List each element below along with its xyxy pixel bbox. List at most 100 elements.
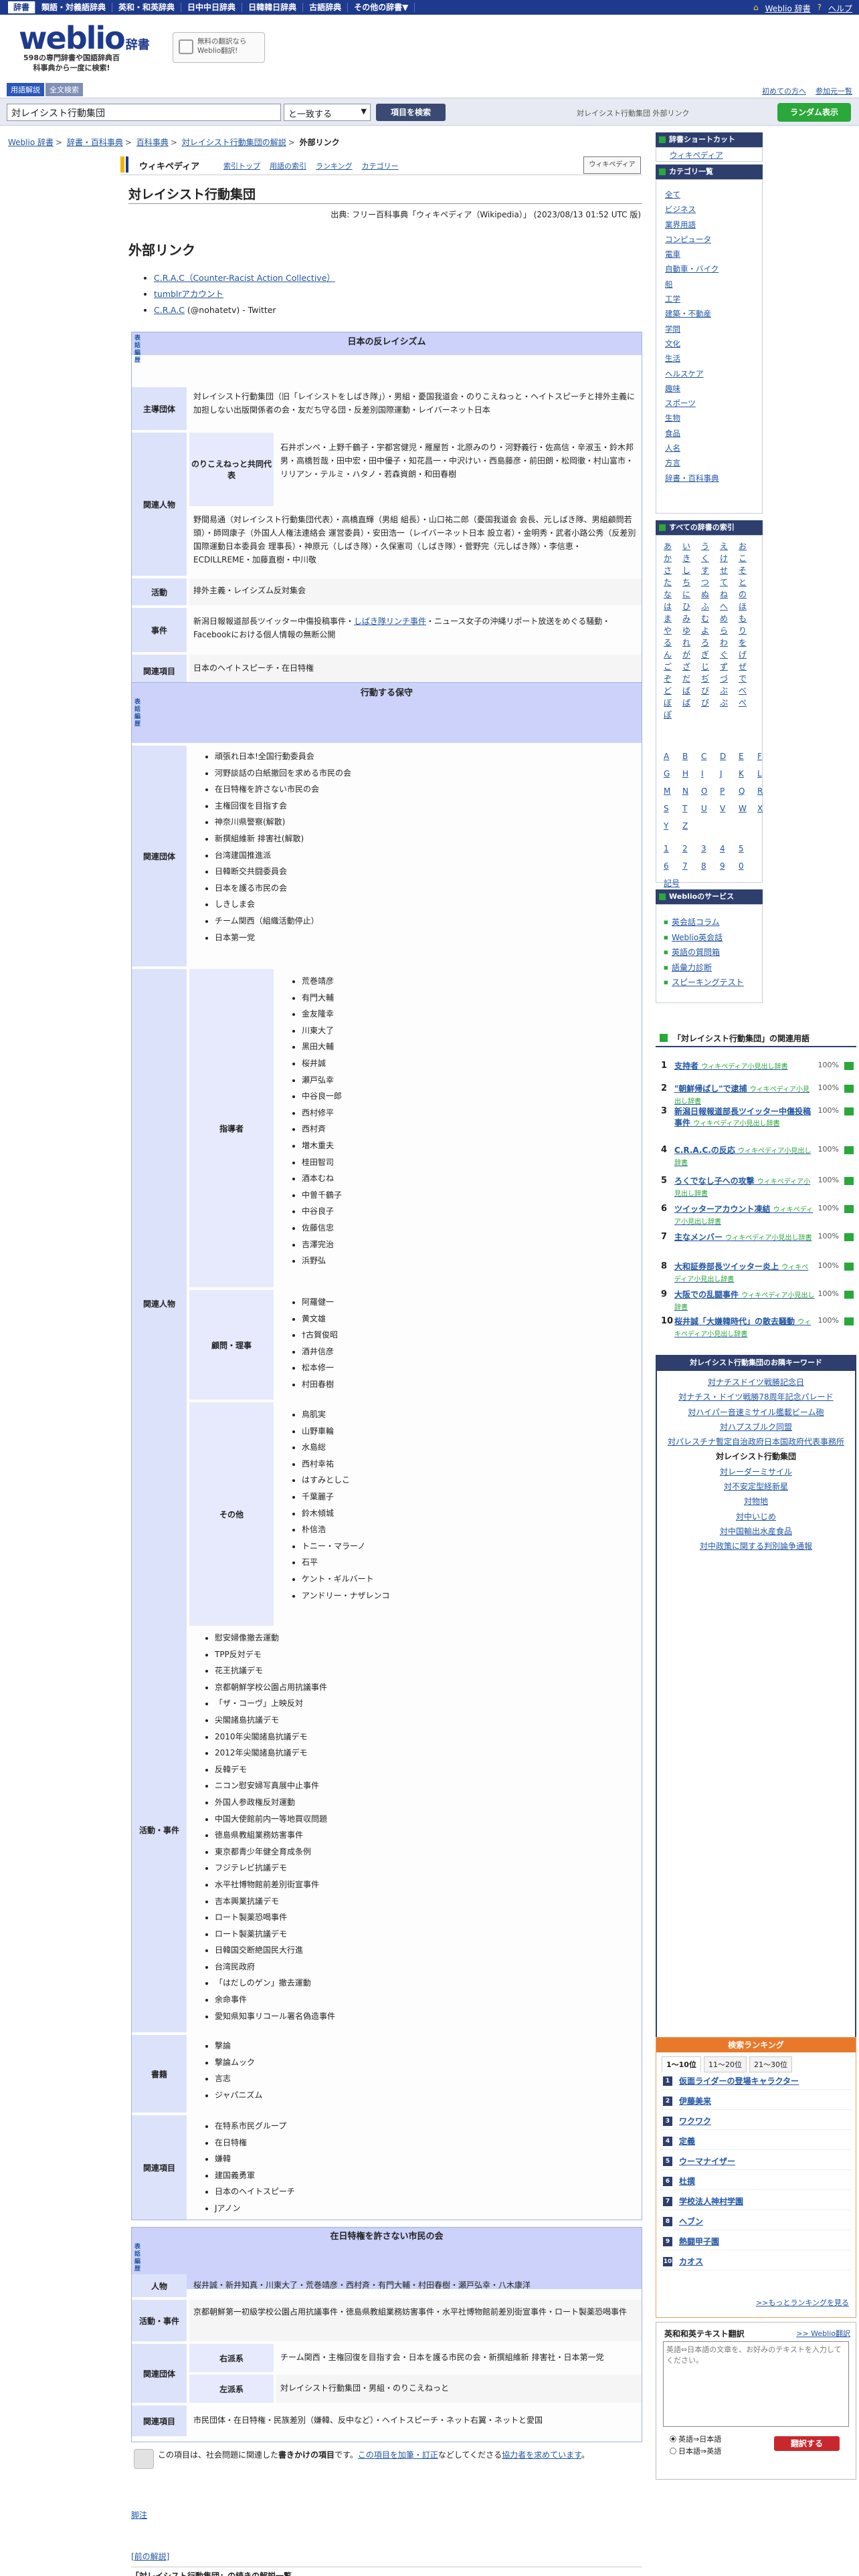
index-link[interactable]: も [739, 613, 757, 625]
index-link[interactable]: ぞ [664, 673, 682, 685]
footnote-link[interactable]: 脚注 [131, 2509, 147, 2520]
rank-tab-21-30[interactable]: 21〜30位 [749, 2056, 792, 2072]
index-link[interactable]: ぜ [739, 661, 757, 673]
index-link[interactable]: 3 [701, 840, 720, 857]
index-link[interactable]: よ [701, 625, 720, 637]
category-link[interactable]: 自動車・バイク [665, 261, 719, 276]
translate-promo[interactable]: 無料の翻訳なら Weblio翻訳! [173, 32, 265, 63]
weblio-home-link[interactable]: Weblio 辞書 [765, 3, 811, 14]
ranking-item[interactable]: 8 ヘブン [662, 2213, 850, 2230]
ranking-item[interactable]: 10 カオス [662, 2253, 850, 2270]
index-link[interactable]: ず [720, 661, 739, 673]
category-link[interactable]: スポーツ [665, 396, 719, 411]
index-link[interactable]: る [664, 637, 682, 649]
index-link[interactable]: あ [664, 540, 682, 552]
index-link[interactable]: ぶ [720, 685, 739, 697]
crac-link[interactable]: C.R.A.C（Counter-Racist Action Collective… [154, 273, 335, 283]
nav-dictionary[interactable]: 辞書 [8, 1, 36, 13]
tab-fulltext-search[interactable]: 全文検索 [45, 83, 83, 96]
index-link[interactable]: け [720, 552, 739, 564]
index-link[interactable]: 5 [739, 840, 757, 857]
ranking-item[interactable]: 3 ワクワク [662, 2113, 850, 2130]
index-link[interactable]: ね [720, 588, 739, 601]
index-link[interactable]: さ [664, 564, 682, 576]
keyword-link[interactable]: 対パレスチナ暫定自治政府日本国政府代表事務所 [660, 1434, 852, 1449]
index-link[interactable]: ろ [701, 637, 720, 649]
index-link[interactable]: ゆ [682, 625, 701, 637]
index-link[interactable]: F [757, 748, 776, 765]
index-link[interactable]: ひ [682, 601, 701, 613]
weblio-logo[interactable]: weblio 辞書 [19, 20, 150, 56]
index-link[interactable]: S [664, 800, 682, 817]
index-link[interactable]: ぽ [664, 709, 682, 721]
index-link[interactable]: Y [664, 817, 682, 835]
breadcrumb-encyclopedia[interactable]: 百科事典 [136, 138, 169, 147]
keyword-link[interactable]: 対レーダーミサイル [660, 1465, 852, 1479]
index-link[interactable]: ぐ [720, 649, 739, 661]
category-link[interactable]: 業界用語 [665, 217, 719, 232]
index-link[interactable]: H [682, 765, 701, 782]
index-link[interactable]: き [682, 552, 701, 564]
index-link[interactable]: え [720, 540, 739, 552]
nav-kogo[interactable]: 古語辞典 [303, 3, 349, 12]
index-link[interactable]: と [739, 576, 757, 588]
translate-button[interactable]: 翻訳する [774, 2436, 840, 2451]
index-link[interactable]: め [720, 613, 739, 625]
index-link[interactable]: I [701, 765, 720, 782]
breadcrumb-dicts[interactable]: 辞書・百科事典 [67, 138, 123, 147]
index-link[interactable]: L [757, 765, 776, 782]
index-link[interactable]: い [682, 540, 701, 552]
index-link[interactable]: C [701, 748, 720, 765]
index-link[interactable]: B [682, 748, 701, 765]
search-input[interactable]: 対レイシスト行動集団 [7, 104, 281, 121]
index-link[interactable]: う [701, 540, 720, 552]
index-link[interactable]: は [664, 601, 682, 613]
category-link[interactable]: ビジネス [665, 202, 719, 217]
category-link[interactable]: 生物 [665, 411, 719, 425]
index-link[interactable]: べ [739, 685, 757, 697]
index-link[interactable]: そ [739, 564, 757, 576]
index-link[interactable]: ざ [682, 661, 701, 673]
lynch-incident-link[interactable]: しばき隊リンチ事件 [354, 617, 426, 626]
index-link[interactable]: か [664, 552, 682, 564]
keyword-link[interactable]: 対中政策に関する判別論争通報 [660, 1539, 852, 1553]
index-link[interactable]: N [682, 782, 701, 800]
index-link[interactable]: げ [739, 649, 757, 661]
keyword-link[interactable]: 対ナチス・ドイツ戦勝78周年記念パレード [660, 1390, 852, 1404]
wiki-tab-category[interactable]: カテゴリー [362, 160, 399, 171]
keyword-link[interactable]: 対ハイパー音速ミサイル艦載ビーム砲 [660, 1405, 852, 1420]
index-link[interactable]: V [720, 800, 739, 817]
category-link[interactable]: 辞書・百科事典 [665, 471, 719, 486]
index-link[interactable]: ぎ [701, 649, 720, 661]
index-link[interactable]: W [739, 800, 757, 817]
wiki-tab-index-top[interactable]: 索引トップ [223, 160, 260, 171]
index-link[interactable]: を [739, 637, 757, 649]
index-link[interactable]: A [664, 748, 682, 765]
category-link[interactable]: 趣味 [665, 381, 719, 396]
index-link[interactable]: わ [720, 637, 739, 649]
index-link[interactable]: こ [739, 552, 757, 564]
category-link[interactable]: ヘルスケア [665, 366, 719, 381]
keyword-link[interactable]: 対ナチスドイツ戦勝記念日 [660, 1375, 852, 1390]
service-link[interactable]: Weblio英会話 [664, 930, 744, 946]
index-link[interactable]: す [701, 564, 720, 576]
nav-korean[interactable]: 日韓韓日辞典 [242, 3, 304, 12]
index-link[interactable]: G [664, 765, 682, 782]
index-link[interactable]: 1 [664, 840, 682, 857]
index-link[interactable]: ぷ [720, 697, 739, 709]
index-link[interactable]: の [739, 588, 757, 601]
breadcrumb-article[interactable]: 対レイシスト行動集団の解説 [182, 138, 286, 147]
tab-term-search[interactable]: 用語解説 [7, 83, 44, 96]
previous-article-link[interactable]: [前の解説] [131, 2551, 169, 2562]
nav-chinese[interactable]: 日中中日辞典 [181, 3, 243, 12]
index-link[interactable]: お [739, 540, 757, 552]
index-link[interactable]: な [664, 588, 682, 601]
index-link[interactable]: Z [682, 817, 701, 835]
translation-input[interactable]: 英語⇔日本語の文章を、お好みのテキストを入力してください。 [663, 2341, 849, 2427]
wiki-tab-term-index[interactable]: 用語の索引 [270, 160, 306, 171]
keyword-link[interactable]: 対ハプスブルク同盟 [660, 1420, 852, 1434]
index-link[interactable]: K [739, 765, 757, 782]
index-link[interactable]: Q [739, 782, 757, 800]
index-link[interactable]: ぱ [682, 697, 701, 709]
index-link[interactable]: M [664, 782, 682, 800]
